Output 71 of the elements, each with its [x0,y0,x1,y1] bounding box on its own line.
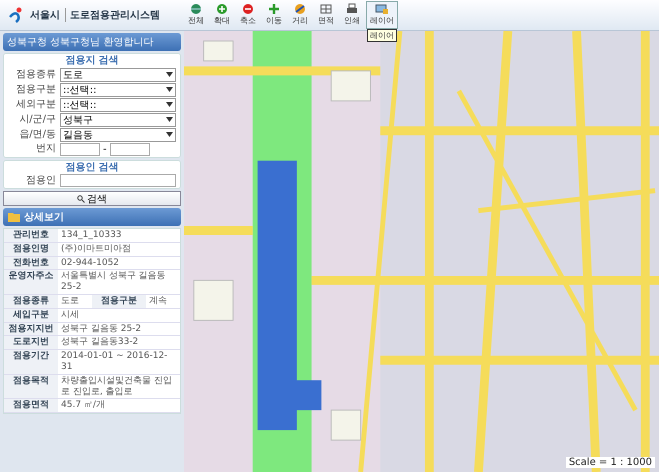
table-label: 운영자주소 [4,270,58,294]
table-label: 점용목적 [4,374,58,398]
field-label: 점용인 [25,174,56,186]
table-label: 점용인명 [4,242,58,256]
table-label: 점용면적 [4,399,58,412]
field-label: 세외구분 [15,98,56,110]
range-separator: - [103,144,107,154]
folder-icon [8,212,20,222]
toolbar-button[interactable]: 이동 [262,1,286,29]
plus-icon [267,3,281,15]
detail-title: 상세보기 [24,211,64,224]
layers-icon [375,3,389,15]
dropdown-arrow-icon [166,117,173,122]
toolbar-button[interactable]: 거리 [288,1,312,29]
search-icon [77,194,85,202]
print-icon [345,3,359,15]
table-label: 점용구분 [92,294,146,308]
ruler-icon [293,3,307,15]
dropdown[interactable]: 성북구 [60,112,176,126]
logo-text: 서울시 [30,8,66,22]
dropdown[interactable]: 도로 [60,68,176,82]
input-field[interactable] [60,174,176,187]
toolbar-button[interactable]: 확대 [210,1,234,29]
table-cell-text: (주)이마트미아점 [60,242,132,256]
system-title: 도로점용관리시스템 [70,9,160,22]
welcome-banner: 성북구청 성북구청님 환영합니다 [3,33,181,51]
table-label: 관리번호 [4,229,58,242]
zoom-out-icon [241,3,255,15]
field-label: 번지 [35,143,56,155]
table-cell-text: 계속 [148,294,168,308]
input-field[interactable] [110,142,150,156]
section-title: 점용인 검색 [64,162,120,173]
table-label: 전화번호 [4,256,58,270]
section-title: 점용지 검색 [64,55,120,66]
dropdown[interactable]: ::선택:: [60,98,176,112]
zoom-in-icon [215,3,229,15]
dropdown-arrow-icon [166,132,173,137]
toolbar-button[interactable]: 축소 [236,1,260,29]
table-cell-text: 성북구 길음동 25-2 [60,322,142,336]
table-label: 점용지지번 [4,322,58,336]
table-cell-text: 02-944-1052 [60,256,120,270]
table-label: 점용기간 [4,350,58,374]
grid-icon [319,3,333,15]
table-cell-text: 성북구 길음동33-2 [60,336,140,350]
search-button[interactable]: 검색 [3,191,181,206]
field-label: 점용종류 [15,68,56,80]
field-label: 점용구분 [15,84,56,96]
table-cell-text: 45.7 ㎡/개 [60,399,106,412]
input-field[interactable] [60,142,100,156]
table-label: 세입구분 [4,308,58,322]
table-label: 점용종류 [4,294,58,308]
table-label: 도로지번 [4,336,58,350]
table-cell-text: 도로 [60,294,80,308]
toolbar-button[interactable]: 전체 [184,1,208,29]
dropdown-arrow-icon [166,102,173,107]
dropdown[interactable]: 길음동 [60,128,176,142]
table-cell-text: 서울특별시 성북구 길음동 25-2 [60,270,167,294]
table-cell-text: 134_1_10333 [60,229,123,242]
toolbar-button[interactable]: 인쇄 [340,1,364,29]
field-label: 읍/면/동 [18,128,56,140]
dropdown[interactable]: ::선택:: [60,82,176,96]
scale-label: Scale = 1 : 1000 [566,457,655,468]
toolbar-button[interactable]: 면적 [314,1,338,29]
table-cell-text: 차량출입시설및건축물 진입로 진입로, 출입로 [60,374,173,398]
dropdown-arrow-icon [166,87,173,92]
tooltip: 레이어 [367,29,397,42]
table-cell-text: 2014-01-01 ~ 2016-12-31 [60,350,168,374]
dropdown-arrow-icon [166,72,173,77]
table-cell-text: 시세 [60,308,80,322]
globe-icon [189,3,203,15]
field-label: 시/군/구 [18,114,56,126]
